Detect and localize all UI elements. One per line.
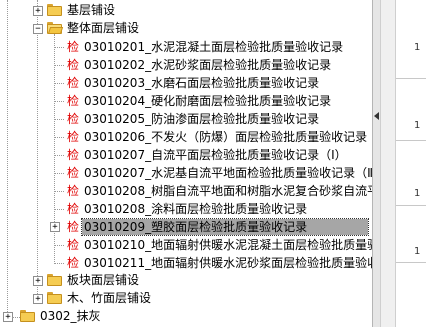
check-icon: 检 [67, 166, 80, 180]
check-icon: 检 [67, 202, 80, 216]
expand-icon[interactable]: + [33, 294, 43, 304]
tree-item[interactable]: 检 03010207_自流平面层检验批质量验收记录（Ⅰ） [0, 145, 372, 165]
item-label[interactable]: 03010208_树脂自流平地面和树脂水泥复合砂浆自流平 [82, 183, 372, 199]
spreadsheet-preview: 1 1 1 1 [396, 0, 426, 327]
check-icon: 检 [67, 184, 80, 198]
folder-label[interactable]: 整体面层铺设 [65, 20, 141, 36]
tree-node-bankuai[interactable]: + 板块面层铺设 [0, 271, 372, 291]
tree-item[interactable]: 检 03010211_地面辐射供暖水泥砂浆面层检验批质量验收记 [0, 253, 372, 273]
folder-label[interactable]: 基层铺设 [65, 2, 117, 18]
folder-label[interactable]: 木、竹面层铺设 [65, 290, 153, 306]
tree-node-muzhu[interactable]: + 木、竹面层铺设 [0, 289, 372, 309]
item-label[interactable]: 03010205_防油渗面层检验批质量验收记录 [82, 111, 321, 127]
check-icon: 检 [67, 238, 80, 252]
item-label[interactable]: 03010210_地面辐射供暖水泥混凝土面层检验批质量验 [82, 237, 372, 253]
tree-item[interactable]: 检 03010208_涂料面层检验批质量验收记录 [0, 199, 372, 219]
document-tree: + 基层铺设 − 整体面层铺设 检 03010201_水泥混凝土面层检验批质量验… [0, 0, 372, 327]
item-label[interactable]: 03010207_自流平面层检验批质量验收记录（Ⅰ） [82, 147, 349, 163]
item-label[interactable]: 03010209_塑胶面层检验批质量验收记录 [81, 218, 369, 236]
check-icon: 检 [67, 220, 80, 234]
tree-item[interactable]: 检 03010210_地面辐射供暖水泥混凝土面层检验批质量验 [0, 235, 372, 255]
item-label[interactable]: 03010202_水泥砂浆面层检验批质量验收记录 [82, 57, 333, 73]
folder-open-icon [47, 22, 64, 34]
row-number: 1 [414, 120, 421, 131]
collapse-icon[interactable]: − [33, 24, 43, 34]
folder-icon [47, 4, 62, 16]
tree-node-jiceng[interactable]: + 基层铺设 [0, 1, 372, 21]
row-number: 1 [414, 246, 421, 257]
tree-item[interactable]: 检 03010205_防油渗面层检验批质量验收记录 [0, 109, 372, 129]
tree-item[interactable]: 检 03010202_水泥砂浆面层检验批质量验收记录 [0, 55, 372, 75]
item-label[interactable]: 03010203_水磨石面层检验批质量验收记录 [82, 75, 321, 91]
tree-item[interactable]: 检 03010203_水磨石面层检验批质量验收记录 [0, 73, 372, 93]
vertical-scrollbar[interactable] [380, 0, 396, 327]
check-icon: 检 [67, 112, 80, 126]
row-number: 1 [414, 42, 421, 53]
check-icon: 检 [67, 94, 80, 108]
item-label[interactable]: 03010208_涂料面层检验批质量验收记录 [82, 201, 309, 217]
item-label[interactable]: 03010206_不发火（防爆）面层检验批质量验收记录 [82, 129, 369, 145]
tree-item[interactable]: 检 03010208_树脂自流平地面和树脂水泥复合砂浆自流平 [0, 181, 372, 201]
collapse-left-arrow-icon[interactable] [374, 112, 379, 120]
check-icon: 检 [67, 58, 80, 72]
item-label[interactable]: 03010204_硬化耐磨面层检验批质量验收记录 [82, 93, 333, 109]
tree-item[interactable]: 检 03010201_水泥混凝土面层检验批质量验收记录 [0, 37, 372, 57]
check-icon: 检 [67, 76, 80, 90]
folder-icon [47, 292, 62, 304]
folder-icon [47, 274, 62, 286]
expand-icon[interactable]: + [33, 6, 43, 16]
tree-node-zhengti[interactable]: − 整体面层铺设 [0, 19, 372, 39]
panel-splitter[interactable] [372, 0, 380, 327]
check-icon: 检 [67, 40, 80, 54]
row-number: 1 [414, 188, 421, 199]
folder-icon [20, 310, 35, 322]
folder-label[interactable]: 0302_抹灰 [38, 308, 103, 324]
check-icon: 检 [67, 256, 80, 270]
item-label[interactable]: 03010207_水泥基自流平地面检验批质量验收记录（Ⅱ [82, 165, 372, 181]
tree-item[interactable]: 检 03010204_硬化耐磨面层检验批质量验收记录 [0, 91, 372, 111]
expand-icon[interactable]: + [50, 222, 60, 232]
item-label[interactable]: 03010211_地面辐射供暖水泥砂浆面层检验批质量验收记 [82, 255, 372, 271]
tree-item[interactable]: 检 03010207_水泥基自流平地面检验批质量验收记录（Ⅱ [0, 163, 372, 183]
folder-label[interactable]: 板块面层铺设 [65, 272, 141, 288]
check-icon: 检 [67, 148, 80, 162]
tree-node-mohui[interactable]: + 0302_抹灰 [0, 307, 372, 327]
tree-item[interactable]: 检 03010206_不发火（防爆）面层检验批质量验收记录 [0, 127, 372, 147]
item-label[interactable]: 03010201_水泥混凝土面层检验批质量验收记录 [82, 39, 345, 55]
expand-icon[interactable]: + [33, 276, 43, 286]
tree-item-selected[interactable]: + 检 03010209_塑胶面层检验批质量验收记录 [0, 217, 372, 237]
check-icon: 检 [67, 130, 80, 144]
